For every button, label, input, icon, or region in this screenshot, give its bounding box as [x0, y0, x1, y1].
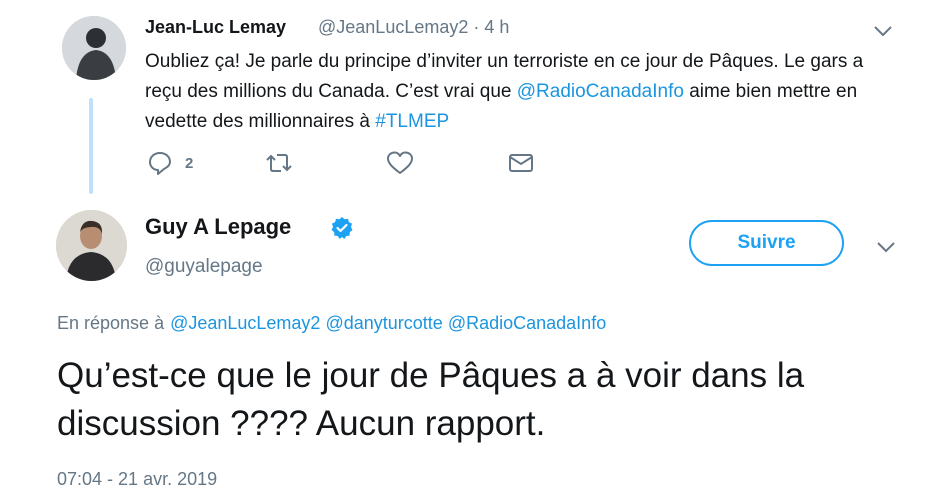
author-name[interactable]: Jean-Luc Lemay	[145, 17, 286, 38]
tweet-text: Qu’est-ce que le jour de Pâques a à voir…	[57, 356, 805, 443]
tweet-time-ago[interactable]: · 4 h	[473, 17, 509, 37]
chevron-down-icon[interactable]	[875, 240, 897, 254]
reply-to-label: En réponse à	[57, 313, 165, 333]
author-handle[interactable]: @JeanLucLemay2	[318, 17, 468, 37]
retweet-icon	[266, 154, 292, 172]
hashtag-link[interactable]: #TLMEP	[375, 111, 449, 132]
mention-link[interactable]: @RadioCanadaInfo	[448, 313, 606, 333]
avatar[interactable]	[56, 210, 127, 281]
author-name[interactable]: Guy A Lepage	[145, 214, 291, 240]
author-handle[interactable]: @guyalepage	[145, 256, 263, 278]
like-button[interactable]	[386, 150, 414, 176]
mention-link[interactable]: @danyturcotte	[325, 313, 442, 333]
chevron-down-icon[interactable]	[872, 24, 894, 38]
verified-badge-icon	[331, 217, 353, 239]
thread-connector-line	[89, 98, 93, 194]
tweet-timestamp[interactable]: 07:04 - 21 avr. 2019	[57, 469, 217, 490]
mention-link[interactable]: @JeanLucLemay2	[170, 313, 320, 333]
profile-photo	[56, 210, 127, 281]
reply-icon	[149, 152, 171, 175]
tweet-text: Oubliez ça! Je parle du principe d’invit…	[145, 47, 890, 137]
reply-context: En réponse à @JeanLucLemay2 @danyturcotte…	[57, 313, 606, 334]
mention-link[interactable]: @RadioCanadaInfo	[517, 81, 684, 102]
like-icon	[387, 151, 413, 174]
reply-button[interactable]: 2	[147, 150, 193, 176]
profile-photo	[62, 16, 126, 80]
reply-count: 2	[185, 154, 194, 172]
follow-button[interactable]: Suivre	[689, 220, 844, 266]
retweet-button[interactable]	[264, 150, 294, 176]
message-icon	[509, 154, 533, 172]
direct-message-button[interactable]	[508, 150, 534, 176]
avatar[interactable]	[62, 16, 126, 80]
